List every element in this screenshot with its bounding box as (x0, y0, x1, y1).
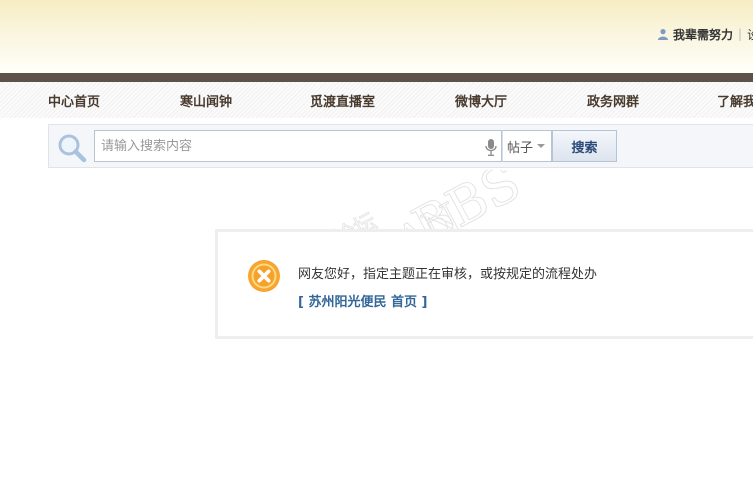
microphone-icon[interactable] (485, 139, 497, 156)
nav-item-about[interactable]: 了解我 (717, 91, 753, 110)
nav-item-home[interactable]: 中心首页 (48, 91, 100, 110)
user-name[interactable]: 我辈需努力 (673, 26, 733, 43)
chevron-down-icon (537, 144, 546, 148)
search-input[interactable] (94, 130, 502, 162)
search-bar: 帖子 搜索 (48, 124, 753, 168)
user-settings-link[interactable]: 设 (747, 26, 753, 43)
notice-message: 网友您好，指定主题正在审核，或按规定的流程处办 (298, 267, 598, 282)
main-nav: 中心首页 寒山闻钟 觅渡直播室 微博大厅 政务网群 了解我 (0, 82, 753, 118)
search-icon (58, 134, 87, 163)
home-link[interactable]: [ 苏州阳光便民 首页 ] (298, 291, 427, 310)
user-icon (658, 29, 668, 40)
user-separator: | (738, 27, 743, 41)
search-type-select[interactable]: 帖子 (502, 130, 552, 162)
user-area: 我辈需努力 | 设 (657, 26, 753, 43)
nav-item-weibo-hall[interactable]: 微博大厅 (455, 91, 507, 110)
error-icon (248, 260, 280, 292)
notice-box: 网友您好，指定主题正在审核，或按规定的流程处办 [ 苏州阳光便民 首页 ] (215, 229, 753, 339)
search-button[interactable]: 搜索 (552, 130, 617, 162)
search-type-value: 帖子 (507, 140, 534, 156)
nav-item-live-room[interactable]: 觅渡直播室 (310, 91, 375, 110)
nav-item-hanshan-bell[interactable]: 寒山闻钟 (180, 91, 232, 110)
nav-item-gov-network[interactable]: 政务网群 (587, 91, 639, 110)
top-header: 我辈需努力 | 设 (0, 0, 753, 73)
header-divider-bar (0, 73, 753, 82)
